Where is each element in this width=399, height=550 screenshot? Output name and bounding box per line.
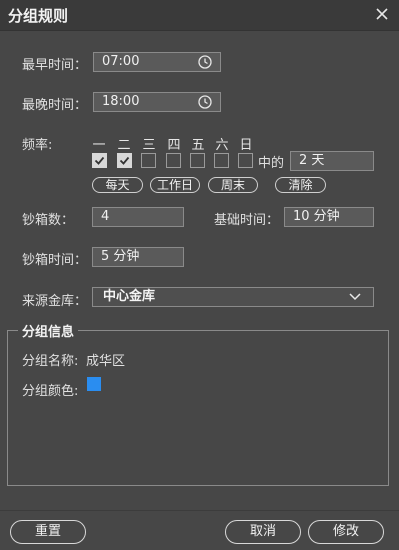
check-icon xyxy=(94,156,105,165)
box-count-label: 钞箱数： xyxy=(22,213,75,228)
box-time-input[interactable]: 5 分钟 xyxy=(92,247,184,267)
source-vault-label: 来源金库： xyxy=(22,294,88,309)
day-label-fri: 五 xyxy=(191,138,205,153)
interval-days-input[interactable]: 2 天 xyxy=(290,151,374,171)
day-label-tue: 二 xyxy=(117,138,131,153)
dialog-title: 分组规则 xyxy=(8,7,69,25)
checkbox-mon[interactable] xyxy=(92,153,107,168)
preset-every-day-button[interactable]: 每天 xyxy=(92,177,143,193)
preset-clear-button[interactable]: 清除 xyxy=(275,177,326,193)
chevron-down-icon xyxy=(349,293,361,301)
latest-time-value: 18:00 xyxy=(102,94,140,109)
source-vault-value: 中心金库 xyxy=(103,289,156,304)
base-time-label: 基础时间： xyxy=(214,213,280,228)
footer-divider xyxy=(0,510,399,511)
preset-weekend-button[interactable]: 周末 xyxy=(208,177,258,193)
group-name-label: 分组名称: xyxy=(22,354,79,369)
day-label-sat: 六 xyxy=(215,138,229,153)
preset-workday-button[interactable]: 工作日 xyxy=(150,177,200,193)
day-label-wed: 三 xyxy=(142,138,156,153)
among-label: 中的 xyxy=(258,156,285,171)
checkbox-fri[interactable] xyxy=(190,153,205,168)
group-info-title: 分组信息 xyxy=(18,321,79,340)
frequency-label: 频率: xyxy=(22,138,53,153)
earliest-time-label: 最早时间： xyxy=(22,58,88,73)
latest-time-label: 最晚时间： xyxy=(22,98,88,113)
group-color-swatch[interactable] xyxy=(87,377,101,391)
box-count-input[interactable]: 4 xyxy=(92,207,184,227)
modify-button[interactable]: 修改 xyxy=(308,520,384,544)
checkbox-sat[interactable] xyxy=(214,153,229,168)
reset-button[interactable]: 重置 xyxy=(10,520,86,544)
day-label-mon: 一 xyxy=(92,138,106,153)
cancel-button[interactable]: 取消 xyxy=(225,520,301,544)
day-label-sun: 日 xyxy=(239,138,253,153)
checkbox-wed[interactable] xyxy=(141,153,156,168)
clock-icon[interactable] xyxy=(198,55,212,69)
clock-icon[interactable] xyxy=(198,95,212,109)
day-label-thu: 四 xyxy=(167,138,181,153)
close-button[interactable] xyxy=(370,2,394,26)
earliest-time-input[interactable]: 07:00 xyxy=(93,52,221,72)
close-icon xyxy=(376,8,388,20)
source-vault-select[interactable]: 中心金库 xyxy=(92,287,374,307)
group-color-label: 分组颜色: xyxy=(22,384,79,399)
base-time-input[interactable]: 10 分钟 xyxy=(284,207,374,227)
checkbox-thu[interactable] xyxy=(166,153,181,168)
check-icon xyxy=(119,156,130,165)
box-time-label: 钞箱时间： xyxy=(22,253,88,268)
earliest-time-value: 07:00 xyxy=(102,54,140,69)
checkbox-sun[interactable] xyxy=(238,153,253,168)
checkbox-tue[interactable] xyxy=(117,153,132,168)
group-name-value: 成华区 xyxy=(86,354,126,369)
latest-time-input[interactable]: 18:00 xyxy=(93,92,221,112)
